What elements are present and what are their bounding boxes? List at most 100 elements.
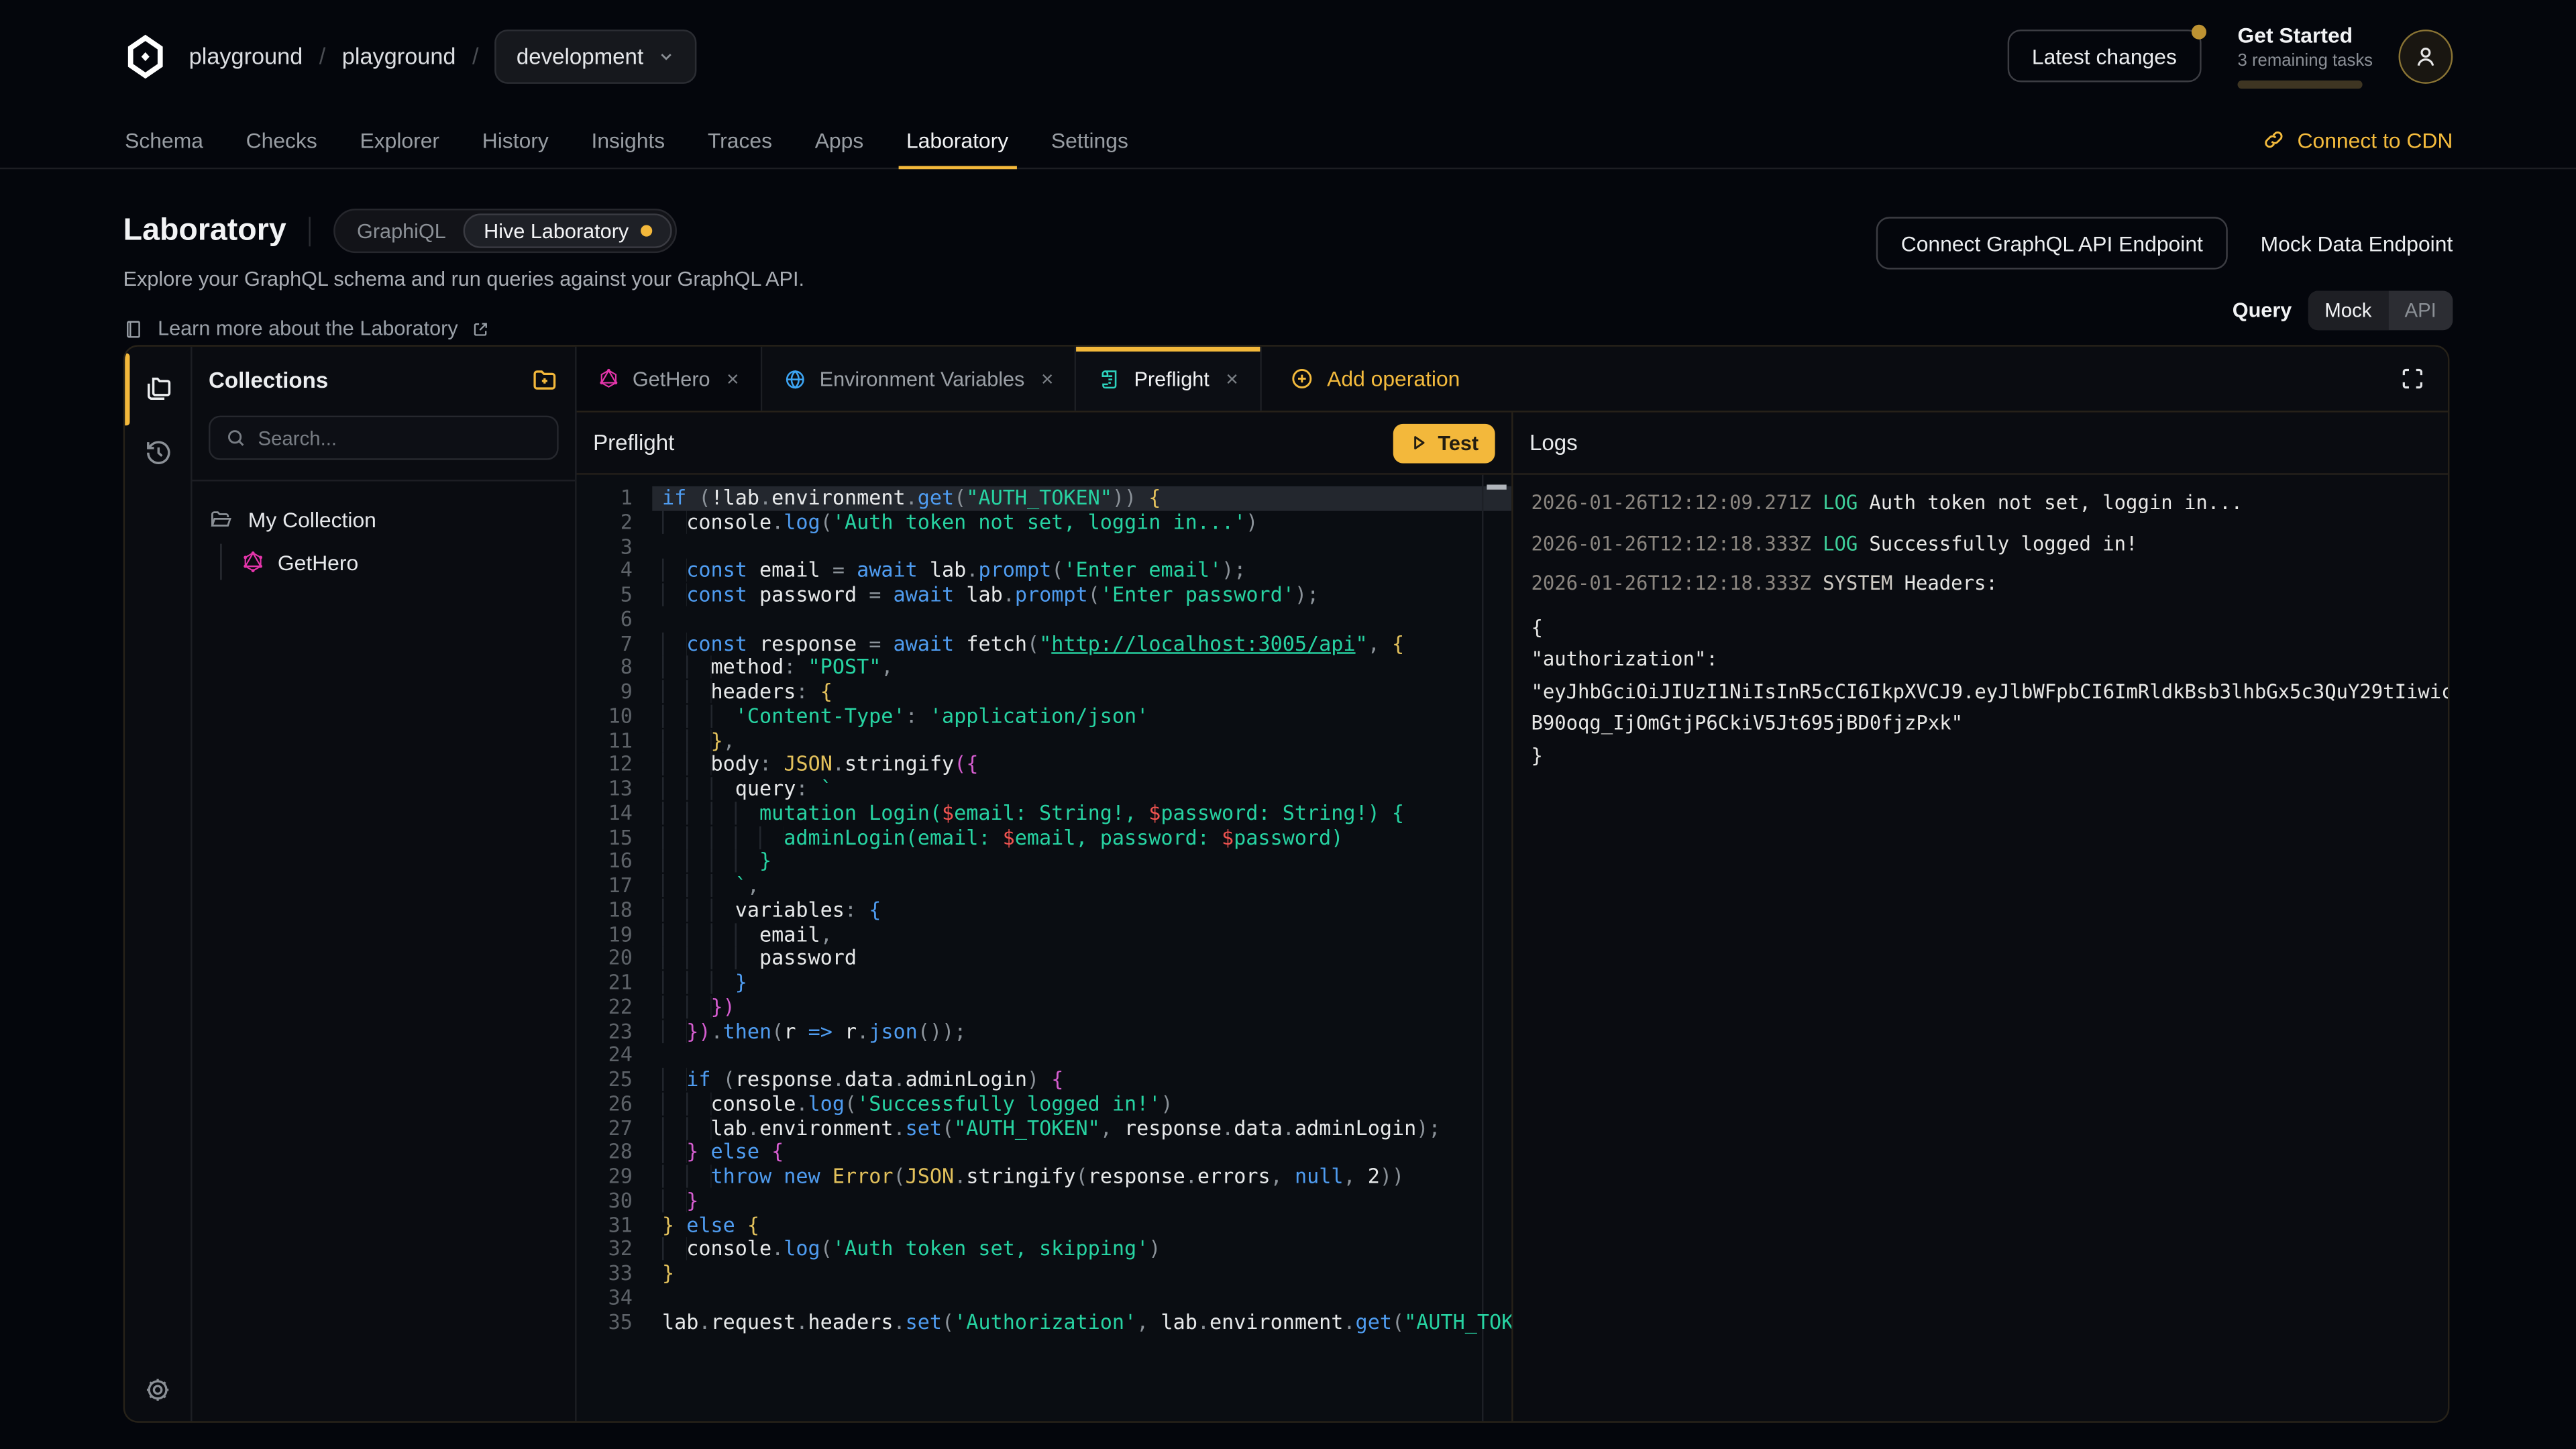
- code-line[interactable]: 21 }: [577, 971, 1511, 995]
- tab-environment-variables[interactable]: Environment Variables ×: [762, 347, 1077, 411]
- code-line[interactable]: 9 headers: {: [577, 680, 1511, 704]
- breadcrumb-project[interactable]: playground: [342, 43, 456, 69]
- code-line[interactable]: 7 const response = await fetch("http://l…: [577, 632, 1511, 656]
- get-started-widget[interactable]: Get Started 3 remaining tasks: [2238, 23, 2363, 89]
- nav-tab-insights[interactable]: Insights: [570, 112, 686, 168]
- add-collection-button[interactable]: [531, 366, 559, 394]
- code-line[interactable]: 25 if (response.data.adminLogin) {: [577, 1068, 1511, 1092]
- mock-data-endpoint-button[interactable]: Mock Data Endpoint: [2261, 231, 2453, 256]
- status-dot: [640, 225, 651, 237]
- code-line[interactable]: 27 lab.environment.set("AUTH_TOKEN", res…: [577, 1116, 1511, 1140]
- code-lines: 1if (!lab.environment.get("AUTH_TOKEN"))…: [577, 486, 1511, 1334]
- latest-changes-button[interactable]: Latest changes: [2007, 30, 2201, 82]
- editor-scrollbar[interactable]: [1482, 475, 1511, 1421]
- nav-tab-apps[interactable]: Apps: [794, 112, 885, 168]
- code-line[interactable]: 17 `,: [577, 874, 1511, 898]
- main-nav: SchemaChecksExplorerHistoryInsightsTrace…: [0, 112, 2576, 170]
- close-icon[interactable]: ×: [1226, 366, 1238, 391]
- add-operation-button[interactable]: Add operation: [1265, 347, 1485, 411]
- code-line[interactable]: 29 throw new Error(JSON.stringify(respon…: [577, 1165, 1511, 1189]
- history-rail-button[interactable]: [135, 429, 181, 475]
- code-line[interactable]: 2 console.log('Auth token not set, loggi…: [577, 511, 1511, 535]
- query-label: Query: [2233, 299, 2292, 322]
- external-link-icon: [471, 319, 489, 337]
- get-started-title: Get Started: [2238, 23, 2363, 48]
- folder-open-icon: [209, 507, 233, 532]
- code-line[interactable]: 34: [577, 1286, 1511, 1310]
- code-line[interactable]: 18 variables: {: [577, 898, 1511, 922]
- collection-operation-gethero[interactable]: GetHero: [241, 544, 559, 580]
- collection-folder-my-collection[interactable]: My Collection: [209, 501, 559, 537]
- code-line[interactable]: 12 body: JSON.stringify({: [577, 753, 1511, 777]
- nav-tab-traces[interactable]: Traces: [686, 112, 794, 168]
- nav-tab-settings[interactable]: Settings: [1030, 112, 1150, 168]
- code-line[interactable]: 24: [577, 1044, 1511, 1068]
- graphql-icon: [598, 368, 619, 390]
- hive-logo-icon[interactable]: [123, 34, 168, 78]
- nav-tab-schema[interactable]: Schema: [103, 112, 224, 168]
- get-started-progressbar: [2238, 81, 2363, 89]
- code-line[interactable]: 14 mutation Login($email: String!, $pass…: [577, 801, 1511, 825]
- collections-search[interactable]: [209, 416, 559, 460]
- code-line[interactable]: 19 email,: [577, 922, 1511, 947]
- logs-pane-title: Logs: [1529, 431, 1578, 455]
- tab-preflight[interactable]: Preflight ×: [1077, 347, 1261, 411]
- play-icon: [1410, 434, 1428, 452]
- tab-label: Environment Variables: [820, 367, 1025, 390]
- code-line[interactable]: 30 }: [577, 1189, 1511, 1213]
- code-line[interactable]: 20 password: [577, 947, 1511, 971]
- code-line[interactable]: 32 console.log('Auth token set, skipping…: [577, 1238, 1511, 1262]
- code-line[interactable]: 22 }): [577, 995, 1511, 1019]
- top-header: playground / playground / development La…: [0, 0, 2576, 112]
- connect-graphql-endpoint-button[interactable]: Connect GraphQL API Endpoint: [1876, 217, 2228, 269]
- tab-label: Preflight: [1134, 367, 1209, 390]
- connect-cdn-link[interactable]: Connect to CDN: [2263, 112, 2473, 168]
- settings-rail-button[interactable]: [125, 1375, 191, 1405]
- code-line[interactable]: 33}: [577, 1262, 1511, 1286]
- learn-more-link[interactable]: Learn more about the Laboratory: [123, 317, 804, 340]
- code-line[interactable]: 28 } else {: [577, 1140, 1511, 1165]
- tab-gethero[interactable]: GetHero ×: [577, 347, 762, 411]
- query-target-mock[interactable]: Mock: [2308, 290, 2388, 330]
- query-target-api[interactable]: API: [2388, 290, 2453, 330]
- code-line[interactable]: 26 console.log('Successfully logged in!'…: [577, 1092, 1511, 1116]
- code-line[interactable]: 1if (!lab.environment.get("AUTH_TOKEN"))…: [577, 486, 1511, 511]
- breadcrumb-separator: /: [319, 43, 326, 69]
- collections-panel: Collections My Collection: [193, 347, 577, 1421]
- code-line[interactable]: 8 method: "POST",: [577, 656, 1511, 680]
- scrollbar-thumb[interactable]: [1487, 484, 1506, 488]
- add-operation-label: Add operation: [1327, 366, 1460, 391]
- collections-rail-button[interactable]: [135, 365, 181, 411]
- close-icon[interactable]: ×: [1041, 366, 1054, 391]
- code-line[interactable]: 6: [577, 608, 1511, 632]
- avatar[interactable]: [2399, 29, 2453, 83]
- nav-tab-explorer[interactable]: Explorer: [339, 112, 461, 168]
- laboratory-header: Laboratory GraphiQL Hive Laboratory Expl…: [0, 169, 2576, 340]
- code-editor[interactable]: 1if (!lab.environment.get("AUTH_TOKEN"))…: [577, 475, 1511, 1421]
- fullscreen-button[interactable]: [2377, 347, 2448, 411]
- divider: [309, 216, 311, 246]
- code-line[interactable]: 3: [577, 535, 1511, 559]
- test-button[interactable]: Test: [1393, 423, 1495, 463]
- close-icon[interactable]: ×: [727, 366, 739, 391]
- environment-select[interactable]: development: [495, 29, 696, 83]
- mode-option-hive-laboratory[interactable]: Hive Laboratory: [464, 213, 672, 248]
- code-line[interactable]: 23 }).then(r => r.json());: [577, 1020, 1511, 1044]
- code-line[interactable]: 35lab.request.headers.set('Authorization…: [577, 1310, 1511, 1334]
- nav-tab-history[interactable]: History: [461, 112, 570, 168]
- code-line[interactable]: 5 const password = await lab.prompt('Ent…: [577, 583, 1511, 607]
- learn-more-label: Learn more about the Laboratory: [158, 317, 458, 340]
- mode-option-graphiql[interactable]: GraphiQL: [339, 213, 464, 248]
- code-line[interactable]: 13 query: `: [577, 777, 1511, 801]
- code-line[interactable]: 10 'Content-Type': 'application/json': [577, 704, 1511, 729]
- code-line[interactable]: 31} else {: [577, 1214, 1511, 1238]
- code-line[interactable]: 15 adminLogin(email: $email, password: $…: [577, 826, 1511, 850]
- code-line[interactable]: 16 }: [577, 850, 1511, 874]
- log-entries: 2026-01-26T12:12:09.271ZLOGAuth token no…: [1513, 475, 2448, 1421]
- code-line[interactable]: 4 const email = await lab.prompt('Enter …: [577, 559, 1511, 583]
- search-input[interactable]: [258, 427, 542, 449]
- breadcrumb-org[interactable]: playground: [189, 43, 303, 69]
- nav-tab-laboratory[interactable]: Laboratory: [885, 112, 1030, 168]
- code-line[interactable]: 11 },: [577, 729, 1511, 753]
- nav-tab-checks[interactable]: Checks: [225, 112, 339, 168]
